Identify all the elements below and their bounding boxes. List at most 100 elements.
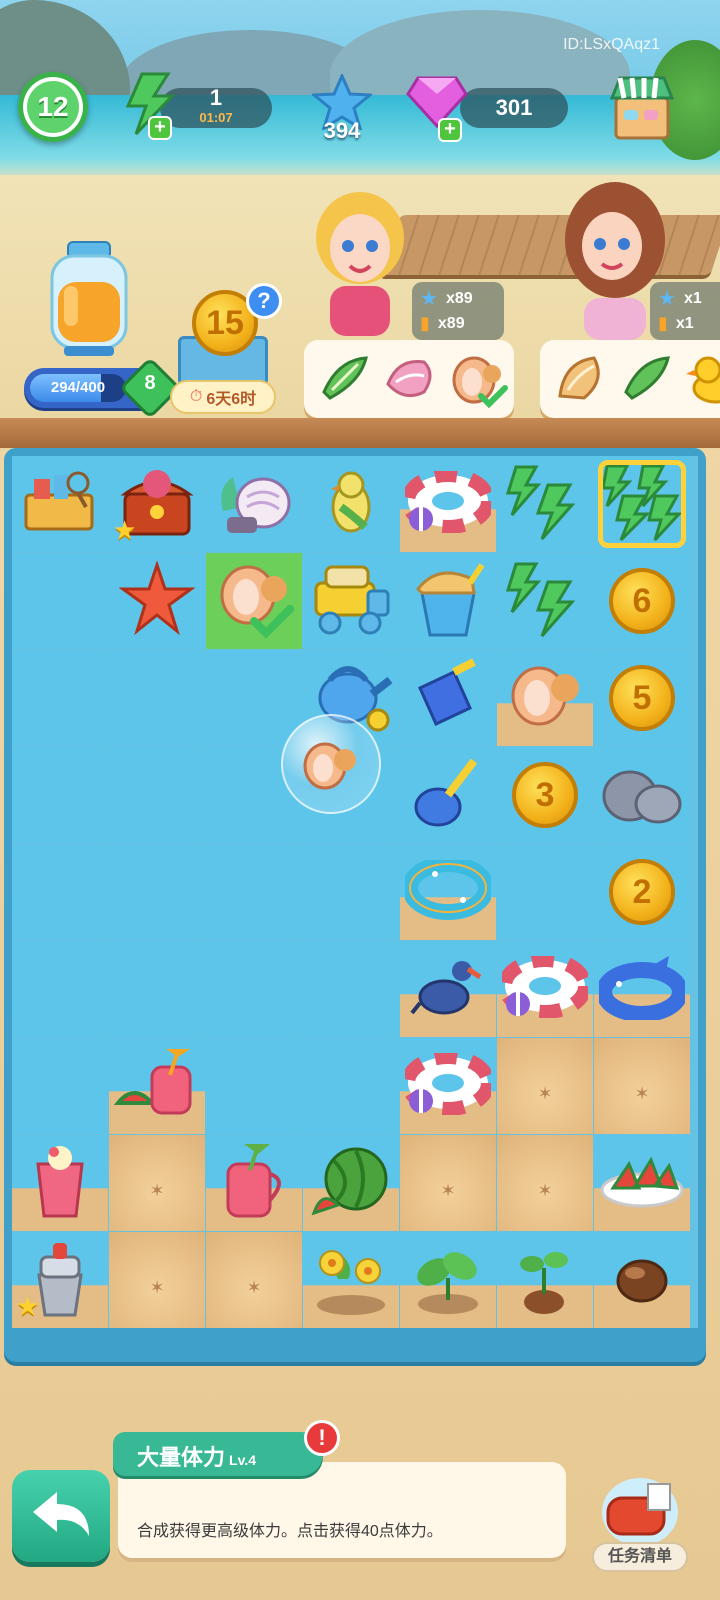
conch-shell-icon bbox=[450, 352, 508, 408]
bubble-conch-item[interactable] bbox=[281, 714, 381, 814]
board-cell-swim-ring-pink[interactable] bbox=[400, 456, 496, 552]
customer-2-order-card[interactable] bbox=[540, 340, 720, 418]
board-cell-empty[interactable] bbox=[206, 941, 302, 1037]
customer-blonde-girl[interactable] bbox=[310, 186, 410, 341]
item-info-panel bbox=[118, 1462, 566, 1558]
seed-icon bbox=[609, 1245, 675, 1316]
reward-drinks: x1 bbox=[675, 314, 694, 332]
board-cell-coin-2[interactable]: 2 bbox=[594, 844, 690, 940]
board-cell-swim-ring-blue[interactable] bbox=[400, 844, 496, 940]
gem-pill[interactable]: 301 bbox=[460, 88, 568, 128]
clock-icon: ⏱ bbox=[189, 388, 203, 405]
board-cell-treasure-chest[interactable]: ★ bbox=[109, 456, 205, 552]
board-cell-toolbox[interactable] bbox=[12, 456, 108, 552]
board-cell-toy-truck[interactable] bbox=[303, 553, 399, 649]
board-cell-seagull[interactable] bbox=[400, 941, 496, 1037]
board-cell-rocks[interactable] bbox=[594, 747, 690, 843]
board-cell-watermelon-plate[interactable] bbox=[594, 1135, 690, 1231]
add-gem-button[interactable]: + bbox=[438, 118, 462, 142]
board-cell-sand-shovel[interactable] bbox=[400, 747, 496, 843]
top-bar: 12 1 01:07 + 394 301 + bbox=[0, 60, 720, 150]
board-cell-sand[interactable]: ✶ bbox=[497, 1038, 593, 1134]
energy-pill[interactable]: 1 01:07 bbox=[160, 85, 272, 128]
jar-icon: ▮ bbox=[658, 313, 668, 333]
event-help-button[interactable]: ? bbox=[246, 283, 282, 319]
board-cell-sand[interactable]: ✶ bbox=[594, 1038, 690, 1134]
board-cell-empty[interactable] bbox=[109, 941, 205, 1037]
board-cell-empty[interactable] bbox=[206, 844, 302, 940]
board-cell-empty[interactable] bbox=[12, 1038, 108, 1134]
board-cell-sand[interactable]: ✶ bbox=[400, 1135, 496, 1231]
item-alert-icon[interactable]: ! bbox=[304, 1420, 340, 1456]
board-cell-flower-pot[interactable] bbox=[303, 1232, 399, 1328]
board-cell-smoothie[interactable] bbox=[12, 1135, 108, 1231]
board-cell-empty[interactable] bbox=[12, 844, 108, 940]
coin-5-icon: 5 bbox=[609, 665, 675, 731]
item-name: 大量体力 bbox=[137, 1445, 226, 1470]
event-timer: 6天6时 bbox=[206, 391, 257, 408]
board-cell-swim-ring-pink[interactable] bbox=[497, 941, 593, 1037]
board-cell-juicer[interactable]: ★ bbox=[12, 1232, 108, 1328]
conch-shell-icon bbox=[554, 352, 608, 406]
swim-ring-pink-icon bbox=[401, 1049, 495, 1120]
juice-jar-icon[interactable] bbox=[44, 240, 134, 365]
board-cell-coin-3[interactable]: 3 bbox=[497, 747, 593, 843]
board-cell-watermelon-juice[interactable] bbox=[109, 1038, 205, 1134]
board-cell-empty[interactable] bbox=[206, 650, 302, 746]
board-cell-conch-shell[interactable] bbox=[497, 650, 593, 746]
board-cell-energy-bolt-big[interactable] bbox=[594, 456, 690, 552]
board-cell-coin-5[interactable]: 5 bbox=[594, 650, 690, 746]
board-cell-sand[interactable]: ✶ bbox=[109, 1232, 205, 1328]
add-energy-button[interactable]: + bbox=[148, 116, 172, 140]
sand-starfish-icon: ✶ bbox=[149, 1180, 165, 1201]
board-cell-shark-float[interactable] bbox=[594, 941, 690, 1037]
coin-value: 6 bbox=[632, 581, 652, 620]
gem-count: 301 bbox=[495, 95, 533, 120]
board-cell-energy-bolt[interactable] bbox=[497, 456, 593, 552]
board-cell-swim-ring-pink[interactable] bbox=[400, 1038, 496, 1134]
board-cell-starfish[interactable] bbox=[109, 553, 205, 649]
sand-starfish-icon: ✶ bbox=[149, 1277, 165, 1298]
board-cell-empty[interactable] bbox=[12, 553, 108, 649]
shop-icon[interactable] bbox=[609, 72, 675, 147]
board-cell-sand-scoop[interactable] bbox=[400, 650, 496, 746]
board-cell-sand[interactable]: ✶ bbox=[206, 1232, 302, 1328]
sand-starfish-icon: ✶ bbox=[246, 1277, 262, 1298]
board-cell-empty[interactable] bbox=[303, 1038, 399, 1134]
task-list-button[interactable]: 任务清单 bbox=[592, 1472, 688, 1572]
watermelon-plate-icon bbox=[599, 1150, 685, 1217]
board-cell-empty[interactable] bbox=[109, 650, 205, 746]
player-level-badge[interactable]: 12 bbox=[18, 72, 88, 142]
sand-bucket-icon bbox=[408, 559, 488, 644]
board-cell-plant-pot[interactable] bbox=[400, 1232, 496, 1328]
board-cell-empty[interactable] bbox=[109, 844, 205, 940]
back-button[interactable] bbox=[12, 1470, 110, 1562]
board-cell-empty[interactable] bbox=[303, 941, 399, 1037]
board-cell-energy-bolt[interactable] bbox=[497, 553, 593, 649]
board-cell-sand-bucket[interactable] bbox=[400, 553, 496, 649]
sprout-icon bbox=[510, 1238, 580, 1323]
board-cell-empty[interactable] bbox=[497, 844, 593, 940]
board-cell-empty[interactable] bbox=[12, 941, 108, 1037]
board-cell-empty[interactable] bbox=[12, 650, 108, 746]
conch-done-icon bbox=[214, 559, 294, 644]
customer-1-order-card[interactable] bbox=[304, 340, 514, 418]
board-cell-coin-6[interactable]: 6 bbox=[594, 553, 690, 649]
board-cell-watermelon[interactable] bbox=[303, 1135, 399, 1231]
board-cell-juice-pitcher[interactable] bbox=[206, 1135, 302, 1231]
board-cell-conch-done[interactable] bbox=[206, 553, 302, 649]
board-cell-empty[interactable] bbox=[206, 1038, 302, 1134]
board-cell-seed[interactable] bbox=[594, 1232, 690, 1328]
board-cell-coral-shell[interactable] bbox=[206, 456, 302, 552]
sand-scoop-icon bbox=[410, 657, 486, 739]
board-cell-sprout[interactable] bbox=[497, 1232, 593, 1328]
board-cell-empty[interactable] bbox=[12, 747, 108, 843]
item-level: Lv.4 bbox=[229, 1452, 256, 1468]
board-cell-sand[interactable]: ✶ bbox=[497, 1135, 593, 1231]
board-cell-empty[interactable] bbox=[303, 844, 399, 940]
board-cell-sand[interactable]: ✶ bbox=[109, 1135, 205, 1231]
board-cell-parrot[interactable] bbox=[303, 456, 399, 552]
board-cell-empty[interactable] bbox=[109, 747, 205, 843]
energy-value: 1 bbox=[209, 85, 223, 110]
sand-starfish-icon: ✶ bbox=[537, 1083, 553, 1104]
